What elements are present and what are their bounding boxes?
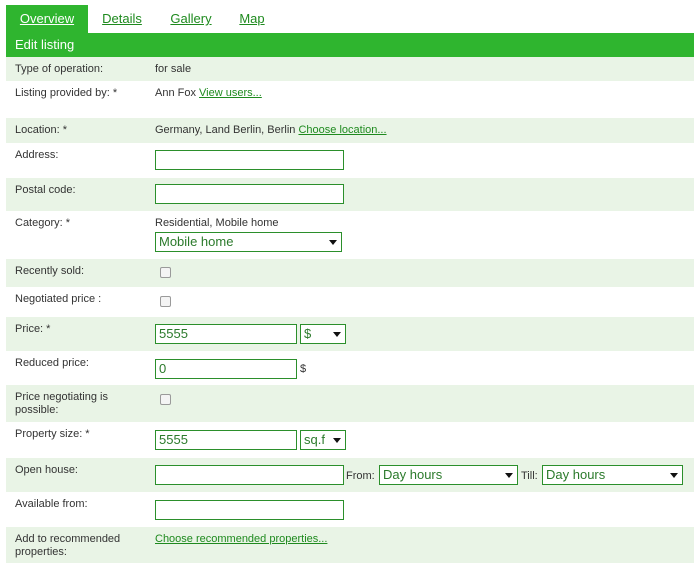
- size-unit-select[interactable]: sq.f: [300, 430, 346, 450]
- tab-overview[interactable]: Overview: [6, 5, 88, 33]
- row-price: Price: * 5555 $: [6, 317, 694, 351]
- price-label: Price: *: [15, 323, 51, 335]
- postal-label: Postal code:: [15, 184, 76, 196]
- category-text: Residential, Mobile home: [155, 217, 279, 229]
- provider-label: Listing provided by: *: [15, 87, 118, 99]
- provider-name: Ann Fox: [155, 87, 196, 99]
- address-label: Address:: [15, 149, 59, 161]
- size-unit-selected-value: sq.f: [304, 432, 325, 447]
- tab-details[interactable]: Details: [96, 5, 148, 33]
- row-reduced: Reduced price: 0 $: [6, 351, 694, 385]
- available-label: Available from:: [15, 498, 88, 510]
- postal-code-input[interactable]: [155, 184, 344, 204]
- negotiated-label: Negotiated price :: [15, 293, 102, 305]
- price-input[interactable]: 5555: [155, 324, 297, 344]
- tab-gallery[interactable]: Gallery: [163, 5, 219, 33]
- reduced-unit: $: [300, 363, 307, 375]
- recently-sold-label: Recently sold:: [15, 265, 85, 277]
- negotiated-price-checkbox[interactable]: [160, 296, 171, 307]
- row-negotiable: Price negotiating is possible:: [6, 385, 694, 422]
- row-address: Address:: [6, 143, 694, 178]
- location-label: Location: *: [15, 124, 67, 136]
- row-open-house: Open house: From: Day hours Till: Day ho…: [6, 458, 694, 492]
- operation-value: for sale: [155, 63, 192, 75]
- form-title: Edit listing: [15, 37, 75, 52]
- category-label: Category: *: [15, 217, 71, 229]
- view-users-link[interactable]: View users...: [199, 87, 262, 99]
- recently-sold-checkbox[interactable]: [160, 267, 171, 278]
- reduced-label: Reduced price:: [15, 357, 89, 369]
- open-house-from-select[interactable]: Day hours: [379, 465, 518, 485]
- open-house-till-select[interactable]: Day hours: [542, 465, 683, 485]
- chevron-down-icon: [333, 438, 341, 443]
- operation-label: Type of operation:: [15, 63, 104, 75]
- negotiable-checkbox[interactable]: [160, 394, 171, 405]
- row-recently-sold: Recently sold:: [6, 259, 694, 287]
- till-label: Till:: [521, 470, 538, 482]
- recommended-link-wrap: Choose recommended properties...: [155, 533, 327, 546]
- size-label: Property size: *: [15, 428, 90, 440]
- recommended-label: Add to recommended properties:: [15, 533, 121, 558]
- row-negotiated: Negotiated price :: [6, 287, 694, 317]
- location-value: Germany, Land Berlin, Berlin: [155, 124, 296, 136]
- open-house-label: Open house:: [15, 464, 78, 476]
- address-input[interactable]: [155, 150, 344, 170]
- form-header: Edit listing: [6, 33, 694, 57]
- row-size: Property size: * 5555 sq.f: [6, 422, 694, 458]
- chevron-down-icon: [505, 473, 513, 478]
- chevron-down-icon: [670, 473, 678, 478]
- negotiable-label: Price negotiating is possible:: [15, 391, 108, 416]
- choose-recommended-link[interactable]: Choose recommended properties...: [155, 533, 327, 545]
- row-operation: Type of operation: for sale: [6, 57, 694, 81]
- provider-value-wrap: Ann Fox View users...: [155, 87, 262, 100]
- category-select[interactable]: Mobile home: [155, 232, 342, 252]
- available-from-input[interactable]: [155, 500, 344, 520]
- property-size-input[interactable]: 5555: [155, 430, 297, 450]
- chevron-down-icon: [333, 332, 341, 337]
- row-category: Category: * Residential, Mobile home Mob…: [6, 211, 694, 259]
- row-location: Location: * Germany, Land Berlin, Berlin…: [6, 118, 694, 143]
- open-house-input[interactable]: [155, 465, 344, 485]
- row-recommended: Add to recommended properties: Choose re…: [6, 527, 694, 563]
- row-postal: Postal code:: [6, 178, 694, 211]
- category-selected-value: Mobile home: [159, 234, 234, 249]
- reduced-price-input[interactable]: 0: [155, 359, 297, 379]
- till-selected-value: Day hours: [546, 467, 606, 482]
- currency-select[interactable]: $: [300, 324, 346, 344]
- from-selected-value: Day hours: [383, 467, 443, 482]
- choose-location-link[interactable]: Choose location...: [298, 124, 386, 136]
- currency-selected-value: $: [304, 326, 312, 341]
- from-label: From:: [346, 470, 375, 482]
- row-provider: Listing provided by: * Ann Fox View user…: [6, 81, 694, 118]
- location-value-wrap: Germany, Land Berlin, Berlin Choose loca…: [155, 124, 387, 137]
- tab-bar: Overview Details Gallery Map: [0, 0, 700, 33]
- tab-map[interactable]: Map: [234, 5, 270, 33]
- row-available: Available from:: [6, 492, 694, 527]
- chevron-down-icon: [329, 240, 337, 245]
